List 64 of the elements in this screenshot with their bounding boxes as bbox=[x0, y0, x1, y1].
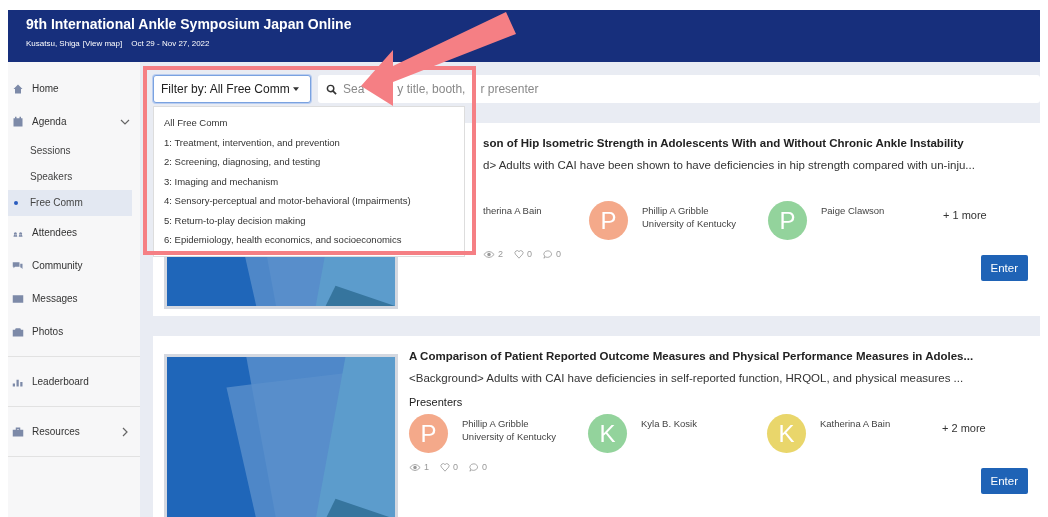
presenter-name[interactable]: Phillip A Gribble bbox=[642, 205, 736, 216]
avatar: P bbox=[768, 201, 807, 240]
comment-count: 0 bbox=[482, 462, 488, 472]
avatar: K bbox=[588, 414, 627, 453]
enter-button[interactable]: Enter bbox=[980, 255, 1028, 281]
presenter-name[interactable]: Phillip A Gribble bbox=[462, 418, 556, 429]
presenters-label: Presenters bbox=[409, 396, 463, 408]
caret-icon bbox=[292, 87, 299, 91]
presenter-name[interactable]: Paige Clawson bbox=[821, 205, 885, 216]
enter-button[interactable]: Enter bbox=[980, 468, 1028, 494]
sidebar-item[interactable]: Leaderboard bbox=[8, 365, 140, 398]
avatar: P bbox=[409, 414, 448, 453]
sidebar-item[interactable]: Agenda bbox=[8, 105, 140, 138]
search-field[interactable]: Sea y title, booth, r presenter bbox=[318, 75, 1040, 103]
event-title: 9th International Ankle Symposium Japan Online bbox=[26, 16, 353, 32]
chat-icon bbox=[12, 259, 24, 272]
session-title[interactable]: son of Hip Isometric Strength in Adolescents With and Without Chronic Ankle Instability bbox=[483, 137, 1028, 149]
comment-icon bbox=[543, 249, 554, 259]
presenter-affiliation: University of Kentucky bbox=[642, 218, 736, 229]
eye-icon bbox=[483, 249, 495, 259]
avatar: K bbox=[767, 414, 806, 453]
sidebar-subitem[interactable]: Speakers bbox=[8, 164, 132, 190]
dropdown-option[interactable]: 1: Treatment, intervention, and prevention bbox=[154, 132, 464, 152]
sidebar-item[interactable]: Attendees bbox=[8, 216, 140, 249]
dropdown-option[interactable]: All Free Comm bbox=[154, 113, 464, 133]
session-title[interactable]: A Comparison of Patient Reported Outcome Measures and Physical Performance Measures in Adoles... bbox=[409, 350, 1028, 362]
dropdown-option[interactable]: 3: Imaging and mechanism bbox=[154, 171, 464, 191]
search-icon bbox=[326, 83, 337, 95]
dropdown-option[interactable]: 6: Epidemiology, health economics, and socioeconomics bbox=[154, 230, 464, 250]
event-location: Kusatsu, Shiga bbox=[26, 39, 80, 48]
like-count: 0 bbox=[453, 462, 459, 472]
heart-icon bbox=[514, 249, 524, 259]
sidebar-item[interactable]: Messages bbox=[8, 282, 140, 315]
presenter-name[interactable]: Katherina A Bain bbox=[820, 418, 891, 429]
sidebar-item[interactable]: Photos bbox=[8, 315, 140, 348]
sidebar-item[interactable]: Home bbox=[8, 72, 140, 105]
briefcase-icon bbox=[12, 425, 24, 438]
session-summary: d> Adults with CAI have been shown to have deficiencies in hip strength compared with un-inju... bbox=[483, 159, 976, 171]
view-count: 2 bbox=[498, 249, 503, 259]
comment-icon bbox=[469, 462, 480, 472]
filter-dropdown[interactable]: Filter by: All Free Comm bbox=[153, 75, 311, 103]
heart-icon bbox=[440, 462, 450, 472]
dropdown-option[interactable]: 4: Sensory-perceptual and motor-behavioral (Impairments) bbox=[154, 191, 464, 211]
eye-icon bbox=[409, 462, 421, 472]
dropdown-option[interactable]: 5: Return-to-play decision making bbox=[154, 210, 464, 230]
session-summary: <Background> Adults with CAI have deficiencies in self-reported function, HRQOL, and physical measures ... bbox=[409, 372, 965, 384]
like-count: 0 bbox=[527, 249, 533, 259]
sidebar-subitem[interactable]: Sessions bbox=[8, 138, 132, 164]
dropdown-option[interactable]: 2: Screening, diagnosing, and testing bbox=[154, 152, 464, 172]
avatar: P bbox=[589, 201, 628, 240]
sidebar-item[interactable]: Resources bbox=[8, 415, 140, 448]
event-dates: Oct 29 - Nov 27, 2022 bbox=[131, 39, 210, 48]
sidebar-item[interactable]: Community bbox=[8, 249, 140, 282]
sidebar-subitem[interactable]: Free Comm bbox=[8, 190, 132, 216]
more-presenters[interactable]: + 2 more bbox=[942, 422, 986, 434]
presenter-name[interactable]: Kyla B. Kosik bbox=[641, 418, 697, 429]
more-presenters[interactable]: + 1 more bbox=[943, 209, 987, 221]
presenter-name[interactable]: therina A Bain bbox=[483, 205, 542, 216]
comment-count: 0 bbox=[556, 249, 562, 259]
calendar-icon bbox=[12, 115, 24, 128]
view-map-link[interactable]: [View map] bbox=[82, 39, 123, 48]
home-icon bbox=[12, 82, 24, 95]
presenter-affiliation: University of Kentucky bbox=[462, 431, 556, 442]
view-count: 1 bbox=[424, 462, 429, 472]
